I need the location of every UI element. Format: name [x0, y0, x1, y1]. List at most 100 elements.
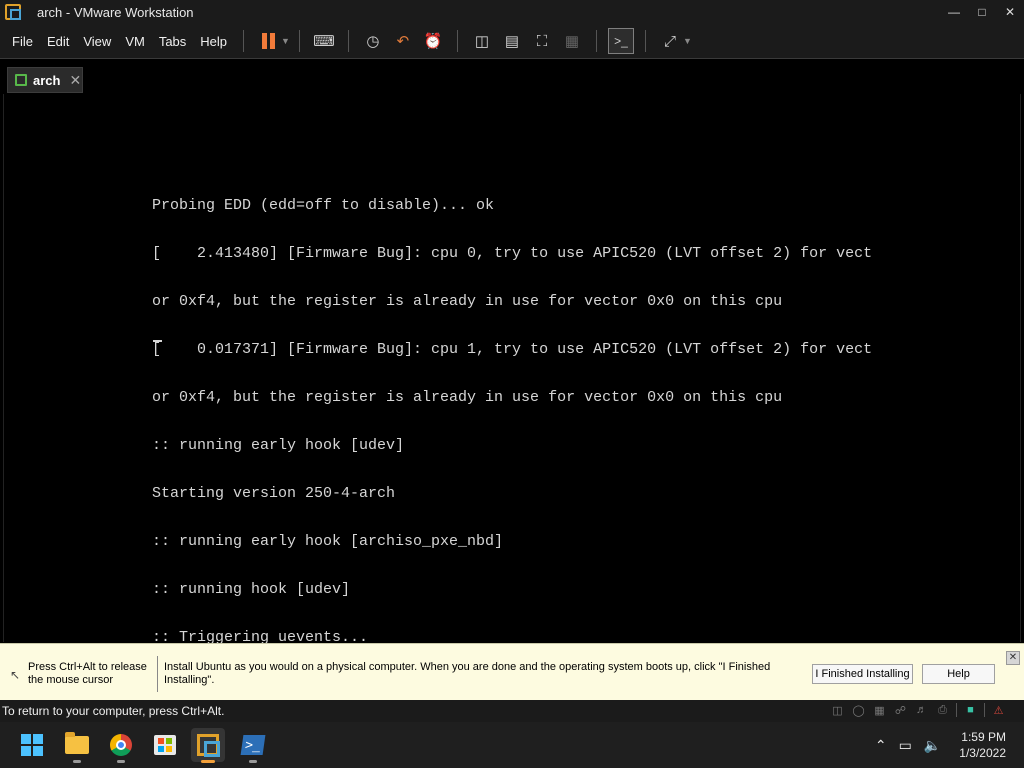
toolbar-separator — [456, 30, 458, 52]
revert-snapshot-button[interactable]: ↶ — [390, 28, 416, 54]
thumbnail-icon: ▤ — [504, 33, 520, 50]
toolbar-separator — [298, 30, 300, 52]
title-bar: arch - VMware Workstation — □ ✕ — [0, 0, 1024, 24]
running-indicator — [201, 760, 215, 763]
taskbar-file-explorer[interactable] — [60, 728, 94, 763]
console-line: :: running early hook [udev] — [152, 437, 405, 454]
install-message: Install Ubuntu as you would on a physica… — [164, 661, 771, 686]
release-hint: Press Ctrl+Alt to release the mouse curs… — [28, 661, 147, 686]
toolbar-separator — [347, 30, 349, 52]
status-text: To return to your computer, press Ctrl+A… — [2, 704, 225, 718]
snapshot-manager-button[interactable]: ⏰ — [420, 28, 446, 54]
maximize-icon[interactable]: □ — [968, 0, 996, 24]
message-log-icon[interactable]: ⚠ — [991, 703, 1006, 717]
snapshot-icon: ◷ — [366, 33, 380, 50]
taskbar-store[interactable] — [148, 728, 182, 762]
start-icon — [21, 734, 43, 756]
toolbar-separator — [595, 30, 597, 52]
menu-edit[interactable]: Edit — [40, 34, 76, 49]
full-screen-button[interactable]: ⛶ — [529, 28, 555, 54]
clock-time: 1:59 PM — [961, 730, 1006, 744]
unity-icon: ▦ — [564, 33, 580, 50]
console-line: :: running hook [udev] — [152, 581, 351, 598]
usb-controller-icon[interactable]: ☍ — [893, 703, 908, 717]
console-line: [ 0.017371] [Firmware Bug]: cpu 1, try t… — [152, 341, 873, 358]
running-indicator — [117, 760, 125, 763]
taskbar-powershell[interactable]: >_ — [236, 728, 270, 763]
system-tray: ⌃ ▭ 🔈 1:59 PM 1/3/2022 — [869, 722, 1024, 768]
console-line: Starting version 250-4-arch — [152, 485, 396, 502]
menu-file[interactable]: File — [5, 34, 40, 49]
file-explorer-icon — [65, 732, 89, 754]
menu-help[interactable]: Help — [193, 34, 234, 49]
help-button[interactable]: Help — [922, 664, 995, 684]
sound-card-icon[interactable]: ♬ — [914, 703, 929, 717]
install-hint-bar: ↖ Press Ctrl+Alt to release the mouse cu… — [0, 643, 1024, 700]
stretch-dropdown-icon[interactable]: ▼ — [683, 36, 692, 46]
status-separator — [956, 703, 957, 717]
cd-dvd-icon[interactable]: ◯ — [851, 703, 866, 717]
console-line: or 0xf4, but the register is already in … — [152, 293, 783, 310]
vm-running-icon — [15, 74, 27, 86]
unity-button[interactable]: ▦ — [559, 28, 585, 54]
status-bar: To return to your computer, press Ctrl+A… — [0, 700, 1024, 722]
start-button[interactable] — [15, 728, 49, 762]
display-icon[interactable]: ■ — [963, 703, 978, 717]
printer-icon[interactable]: ⎙ — [935, 703, 950, 717]
chevron-up-icon[interactable]: ⌃ — [875, 737, 887, 754]
send-ctrl-alt-del-button[interactable]: ⌨ — [311, 28, 337, 54]
console-line: or 0xf4, but the register is already in … — [152, 389, 783, 406]
device-icons: ◫ ◯ ▦ ☍ ♬ ⎙ ■ ⚠ — [830, 703, 1006, 717]
network-adapter-icon[interactable]: ▦ — [872, 703, 887, 717]
i-finished-installing-button[interactable]: I Finished Installing — [812, 664, 913, 684]
tab-close-icon[interactable]: ✕ — [69, 72, 81, 89]
console-view-button[interactable]: >_ — [607, 28, 634, 54]
status-separator — [984, 703, 985, 717]
snapshot-manager-icon: ⏰ — [423, 33, 443, 50]
volume-icon[interactable]: 🔈 — [924, 737, 941, 754]
tab-arch[interactable]: arch ✕ — [7, 67, 83, 93]
console-icon: >_ — [614, 34, 628, 48]
taskbar: >_ ⌃ ▭ 🔈 1:59 PM 1/3/2022 — [0, 722, 1024, 768]
text-cursor — [153, 340, 162, 342]
vm-console[interactable]: Probing EDD (edd=off to disable)... ok [… — [3, 94, 1021, 646]
full-screen-icon: ⛶ — [536, 32, 548, 50]
menu-vm[interactable]: VM — [118, 34, 152, 49]
menu-tabs[interactable]: Tabs — [152, 34, 193, 49]
hint-close-icon[interactable]: ✕ — [1006, 651, 1020, 665]
powershell-icon: >_ — [240, 735, 266, 755]
hint-divider — [157, 656, 158, 692]
tab-strip: arch ✕ — [0, 58, 1024, 94]
keyboard-icon: ⌨ — [313, 33, 335, 50]
taskbar-chrome[interactable] — [104, 728, 138, 763]
taskbar-vmware[interactable] — [191, 728, 225, 763]
stretch-guest-button[interactable]: ⤢ — [657, 28, 683, 54]
power-dropdown-icon[interactable]: ▼ — [281, 36, 290, 46]
close-icon[interactable]: ✕ — [996, 0, 1024, 24]
store-icon — [154, 735, 176, 755]
toolbar-separator — [243, 30, 245, 52]
menu-toolbar: File Edit View VM Tabs Help ▼ ⌨ ◷ ↶ ⏰ ◫ … — [0, 24, 1024, 58]
mouse-cursor-icon: ↖ — [10, 668, 21, 682]
window-title: arch - VMware Workstation — [37, 4, 194, 20]
running-indicator — [73, 760, 81, 763]
clock[interactable]: 1:59 PM 1/3/2022 — [959, 729, 1006, 761]
toolbar-separator — [644, 30, 646, 52]
hard-disk-icon[interactable]: ◫ — [830, 703, 845, 717]
menu-view[interactable]: View — [76, 34, 118, 49]
network-icon[interactable]: ▭ — [899, 737, 912, 754]
console-line: Probing EDD (edd=off to disable)... ok — [152, 197, 495, 214]
revert-icon: ↶ — [396, 33, 410, 50]
snapshot-button[interactable]: ◷ — [360, 28, 386, 54]
running-indicator — [249, 760, 257, 763]
pause-button[interactable] — [255, 28, 281, 54]
window-controls: — □ ✕ — [940, 0, 1024, 24]
tab-label: arch — [33, 72, 61, 88]
show-library-button[interactable]: ◫ — [469, 28, 495, 54]
vmware-app-icon — [5, 4, 21, 20]
show-thumbnail-button[interactable]: ▤ — [499, 28, 525, 54]
console-output: Probing EDD (edd=off to disable)... ok [… — [152, 166, 872, 678]
console-line: :: running early hook [archiso_pxe_nbd] — [152, 533, 504, 550]
stretch-icon: ⤢ — [663, 32, 676, 50]
minimize-icon[interactable]: — — [940, 0, 968, 24]
